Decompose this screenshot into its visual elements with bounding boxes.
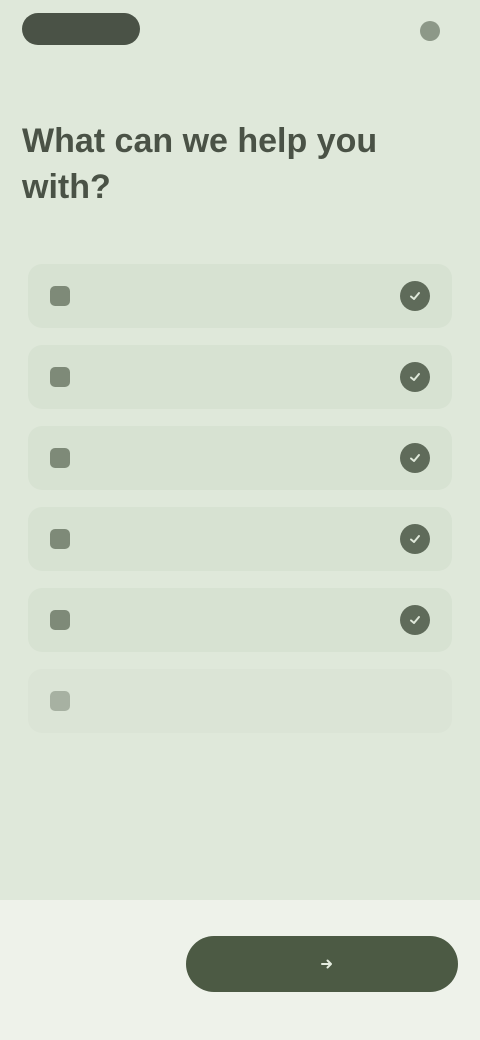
list-icon bbox=[50, 529, 70, 549]
check-icon bbox=[400, 605, 430, 635]
check-icon bbox=[400, 362, 430, 392]
option-list bbox=[28, 264, 452, 750]
profile-icon bbox=[420, 21, 440, 41]
option-item[interactable] bbox=[28, 588, 452, 652]
skip-button[interactable] bbox=[34, 940, 164, 990]
check-icon bbox=[400, 524, 430, 554]
page-title: What can we help you with? bbox=[22, 122, 378, 206]
arrow-right-icon bbox=[321, 959, 332, 969]
option-item[interactable] bbox=[28, 669, 452, 733]
grid-icon bbox=[50, 610, 70, 630]
check-icon bbox=[400, 443, 430, 473]
option-item[interactable] bbox=[28, 345, 452, 409]
option-item[interactable] bbox=[28, 264, 452, 328]
sparkle-icon bbox=[50, 286, 70, 306]
chart-icon bbox=[50, 367, 70, 387]
option-item[interactable] bbox=[28, 507, 452, 571]
top-right-control[interactable] bbox=[410, 20, 440, 42]
calendar-icon bbox=[50, 448, 70, 468]
continue-button[interactable] bbox=[186, 936, 458, 992]
other-icon bbox=[50, 691, 70, 711]
top-bar bbox=[0, 0, 480, 64]
unchecked-icon bbox=[400, 686, 430, 716]
check-icon bbox=[400, 281, 430, 311]
top-pill-button[interactable] bbox=[22, 13, 140, 45]
option-item[interactable] bbox=[28, 426, 452, 490]
bottom-action-bar bbox=[0, 900, 480, 1040]
